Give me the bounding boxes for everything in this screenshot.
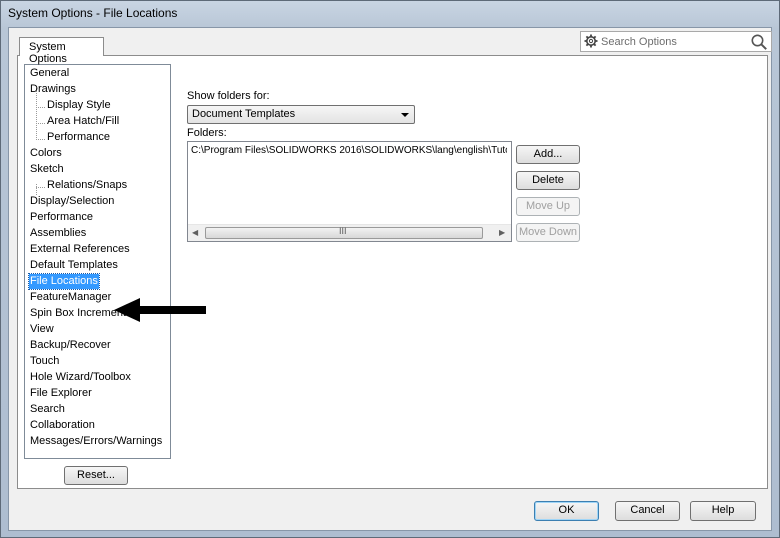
ok-button[interactable]: OK	[534, 501, 599, 521]
tree-item-general[interactable]: General	[29, 66, 70, 81]
folders-hscrollbar[interactable]: ◀ III ▶	[188, 224, 511, 241]
tab-label: System Options	[29, 41, 67, 65]
window-title: System Options - File Locations	[8, 6, 178, 20]
search-placeholder: Search Options	[601, 36, 677, 48]
tree-item-colors[interactable]: Colors	[29, 146, 63, 161]
move-up-button[interactable]: Move Up	[516, 197, 580, 216]
tab-system-options[interactable]: System Options	[19, 37, 104, 65]
reset-button[interactable]: Reset...	[64, 466, 128, 485]
show-folders-value: Document Templates	[192, 108, 296, 120]
tree-item-external-references[interactable]: External References	[29, 242, 131, 257]
tree-item-drawings[interactable]: Drawings	[29, 82, 77, 97]
tree-item-default-templates[interactable]: Default Templates	[29, 258, 119, 273]
annotation-arrow-icon	[114, 298, 206, 322]
tree-item-view[interactable]: View	[29, 322, 55, 337]
tree-item-display-selection[interactable]: Display/Selection	[29, 194, 115, 209]
tree-item-file-explorer[interactable]: File Explorer	[29, 386, 93, 401]
tree-item-display-style[interactable]: Display Style	[46, 98, 112, 113]
help-button[interactable]: Help	[690, 501, 756, 521]
tree-item-touch[interactable]: Touch	[29, 354, 60, 369]
tree-item-relations-snaps[interactable]: Relations/Snaps	[46, 178, 128, 193]
gear-icon	[584, 34, 598, 48]
tree-item-drawings-performance[interactable]: Performance	[46, 130, 111, 145]
tree-guide-line	[36, 139, 45, 140]
tree-item-search[interactable]: Search	[29, 402, 66, 417]
tree-item-hole-wizard-toolbox[interactable]: Hole Wizard/Toolbox	[29, 370, 132, 385]
folders-label: Folders:	[187, 127, 227, 139]
system-options-dialog: System Options - File Locations System O…	[0, 0, 780, 538]
tree-item-messages-errors-warnings[interactable]: Messages/Errors/Warnings	[29, 434, 163, 449]
tree-guide-line	[36, 107, 45, 108]
tree-guide-line	[36, 123, 45, 124]
cancel-button[interactable]: Cancel	[615, 501, 680, 521]
show-folders-dropdown[interactable]: Document Templates	[187, 105, 415, 124]
tree-item-collaboration[interactable]: Collaboration	[29, 418, 96, 433]
scroll-grip: III	[339, 226, 347, 236]
tree-item-performance[interactable]: Performance	[29, 210, 94, 225]
tree-item-featuremanager[interactable]: FeatureManager	[29, 290, 112, 305]
scroll-thumb[interactable]: III	[205, 226, 483, 239]
system-options-panel: General Drawings Display Style Area Hatc…	[17, 55, 768, 489]
show-folders-label: Show folders for:	[187, 90, 270, 102]
search-options-box[interactable]: Search Options	[580, 31, 772, 52]
folder-path-item[interactable]: C:\Program Files\SOLIDWORKS 2016\SOLIDWO…	[191, 145, 507, 156]
magnifier-icon[interactable]	[750, 33, 768, 51]
tree-item-file-locations[interactable]: File Locations	[28, 273, 100, 290]
tree-guide-line	[36, 187, 45, 188]
add-button[interactable]: Add...	[516, 145, 580, 164]
move-down-button[interactable]: Move Down	[516, 223, 580, 242]
tree-item-backup-recover[interactable]: Backup/Recover	[29, 338, 112, 353]
options-tree[interactable]: General Drawings Display Style Area Hatc…	[24, 64, 171, 459]
delete-button[interactable]: Delete	[516, 171, 580, 190]
tree-item-sketch[interactable]: Sketch	[29, 162, 65, 177]
dialog-client-area: System Options Search Options General Dr…	[8, 27, 772, 531]
scroll-right-icon[interactable]: ▶	[499, 228, 505, 237]
scroll-left-icon[interactable]: ◀	[192, 228, 198, 237]
tree-item-assemblies[interactable]: Assemblies	[29, 226, 87, 241]
folders-list[interactable]: C:\Program Files\SOLIDWORKS 2016\SOLIDWO…	[187, 141, 512, 242]
tree-item-area-hatch-fill[interactable]: Area Hatch/Fill	[46, 114, 120, 129]
chevron-down-icon	[401, 113, 409, 117]
